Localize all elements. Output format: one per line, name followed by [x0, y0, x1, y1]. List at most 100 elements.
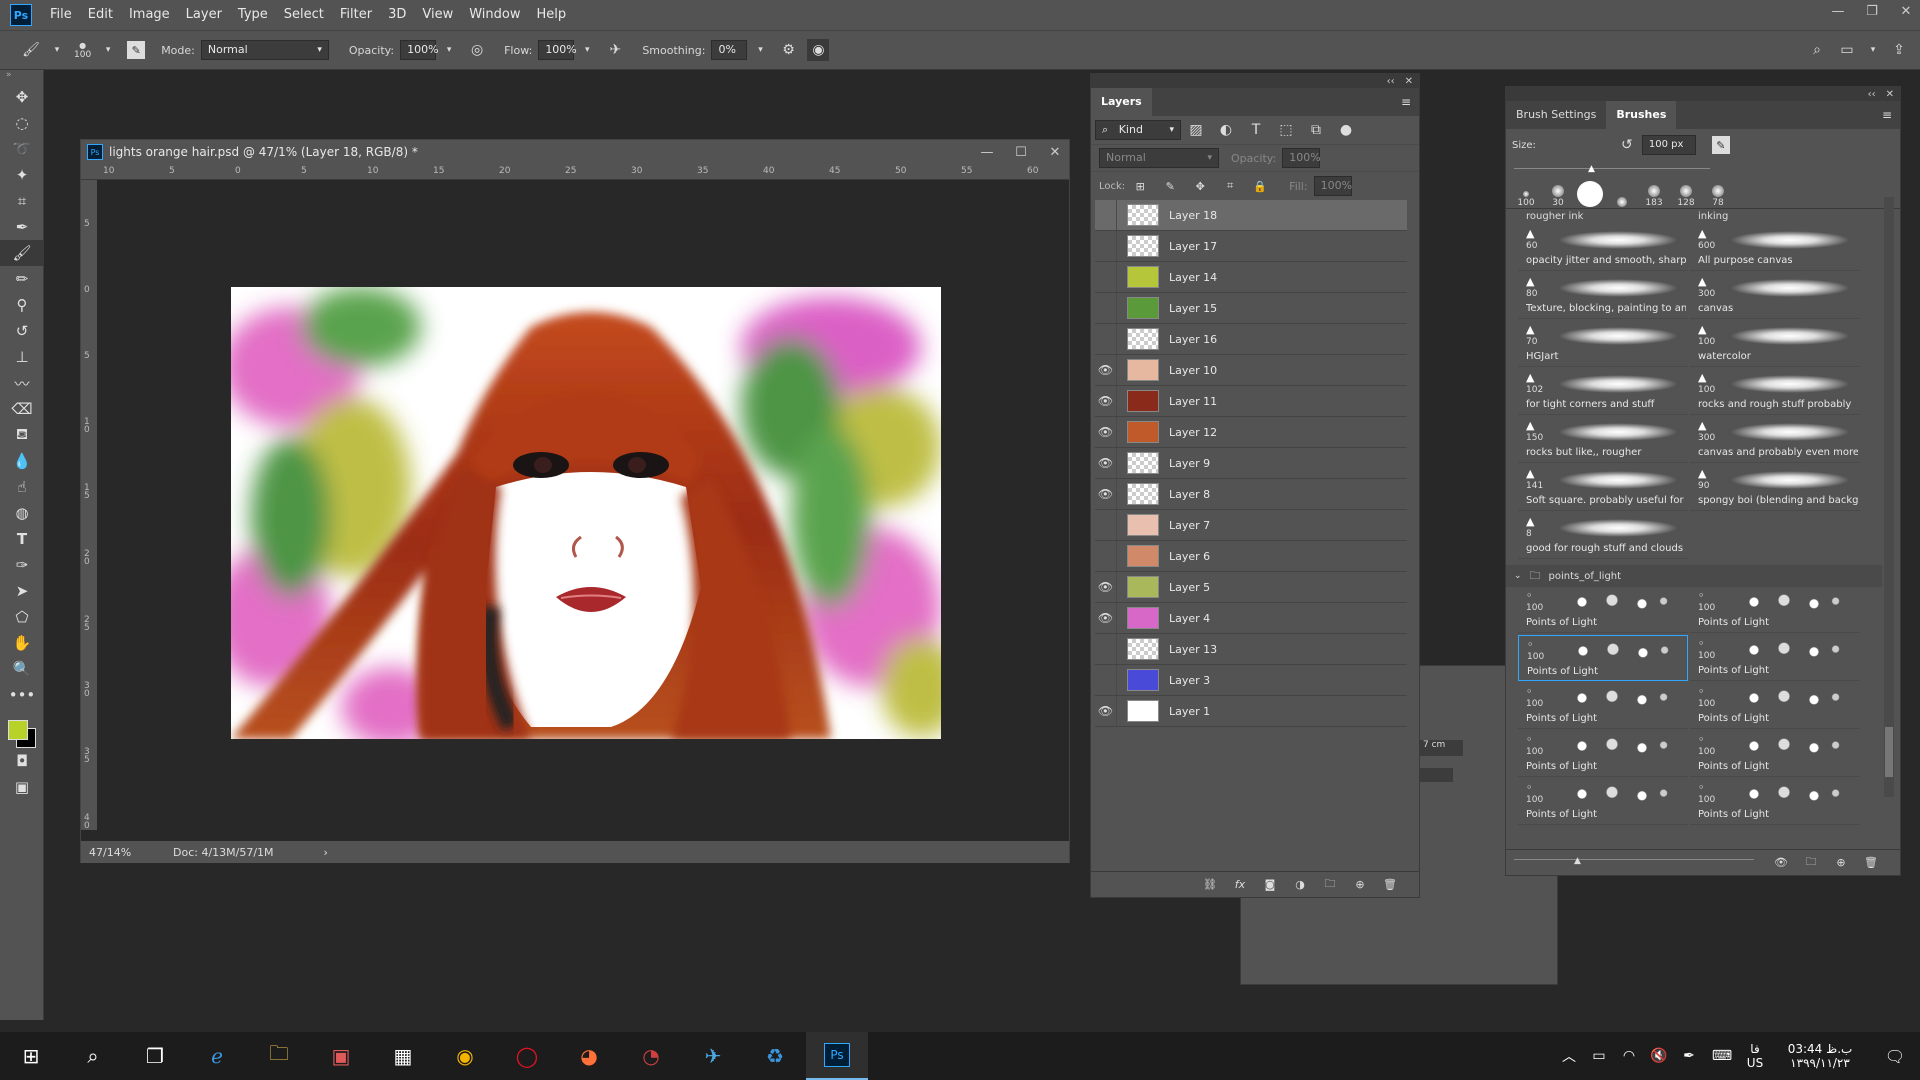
brush-tool-icon[interactable]: 🖌	[20, 39, 42, 61]
menu-item-edit[interactable]: Edit	[80, 0, 121, 30]
layer-row[interactable]: Layer 15	[1095, 293, 1407, 324]
layer-row[interactable]: Layer 3	[1095, 665, 1407, 696]
layer-mask-icon[interactable]: ◙	[1259, 874, 1281, 896]
zoom-tool-icon[interactable]: 🔍	[0, 656, 44, 682]
layer-name[interactable]: Layer 9	[1169, 457, 1210, 470]
maximize-icon[interactable]: ☐	[1007, 141, 1035, 163]
firefox-icon[interactable]: ◕	[558, 1032, 620, 1080]
layer-row[interactable]: 👁 Layer 10	[1095, 355, 1407, 386]
preview-size-slider[interactable]: ▲	[1514, 853, 1754, 873]
layer-row[interactable]: 👁 Layer 12	[1095, 417, 1407, 448]
folder-icon[interactable]: 🗀	[1319, 874, 1341, 896]
brush-preset[interactable]: ▲ 600 All purpose canvas	[1690, 225, 1860, 271]
app-swirl-icon[interactable]: ◔	[620, 1032, 682, 1080]
layer-row[interactable]: 👁 Layer 4	[1095, 603, 1407, 634]
eraser-tool-icon[interactable]: ⌫	[0, 396, 44, 422]
brush-preset[interactable]: ◦ 100 Points of Light	[1518, 635, 1688, 681]
layer-name[interactable]: Layer 18	[1169, 209, 1217, 222]
zoom-level[interactable]: 47/14%	[89, 846, 173, 859]
lock-position-icon[interactable]: ✥	[1189, 175, 1211, 197]
pressure-opacity-icon[interactable]: ◎	[466, 39, 488, 61]
tab-brush-settings[interactable]: Brush Settings	[1506, 101, 1606, 129]
menu-item-view[interactable]: View	[414, 0, 461, 30]
layer-row[interactable]: 👁 Layer 11	[1095, 386, 1407, 417]
app-wings-icon[interactable]: ✈	[682, 1032, 744, 1080]
close-icon[interactable]: ✕	[1892, 0, 1920, 22]
brush-label[interactable]: rougher ink	[1526, 211, 1583, 222]
layer-kind-filter[interactable]: ⌕ Kind ▾	[1095, 120, 1181, 140]
brush-preset[interactable]: ◦ 100 Points of Light	[1690, 683, 1860, 729]
task-view-icon[interactable]: ❐	[124, 1032, 186, 1080]
recent-brush[interactable]	[1574, 176, 1606, 208]
brush-preset[interactable]: ▲ 300 canvas	[1690, 273, 1860, 319]
layer-thumbnail[interactable]	[1127, 359, 1159, 381]
brush-preset[interactable]: ▲ 90 spongy boi (blending and backgr...	[1690, 465, 1860, 511]
layer-row[interactable]: Layer 17	[1095, 231, 1407, 262]
brush-preset[interactable]: ▲ 102 for tight corners and stuff	[1518, 369, 1688, 415]
workspace-icon[interactable]: ▭	[1836, 39, 1858, 61]
layer-name[interactable]: Layer 12	[1169, 426, 1217, 439]
menu-item-layer[interactable]: Layer	[178, 0, 230, 30]
brush-preset[interactable]: ▲ 100 rocks and rough stuff probably	[1690, 369, 1860, 415]
close-icon[interactable]: ✕	[1405, 76, 1413, 87]
volume-muted-icon[interactable]: 🔇	[1644, 1032, 1674, 1080]
layer-thumbnail[interactable]	[1127, 266, 1159, 288]
document-titlebar[interactable]: Ps lights orange hair.psd @ 47/1% (Layer…	[81, 140, 1069, 164]
calculator-icon[interactable]: ▦	[372, 1032, 434, 1080]
layer-thumbnail[interactable]	[1127, 390, 1159, 412]
recent-brush[interactable]: 78	[1702, 176, 1734, 208]
collapse-icon[interactable]: ‹‹	[1868, 89, 1876, 100]
mixer-brush-tool-icon[interactable]: 〰	[0, 370, 44, 396]
chrome-icon[interactable]: ◉	[434, 1032, 496, 1080]
layer-row[interactable]: Layer 14	[1095, 262, 1407, 293]
layer-thumbnail[interactable]	[1127, 700, 1159, 722]
layer-name[interactable]: Layer 13	[1169, 643, 1217, 656]
layer-thumbnail[interactable]	[1127, 297, 1159, 319]
language-indicator[interactable]: فا US	[1740, 1042, 1770, 1070]
layer-thumbnail[interactable]	[1127, 483, 1159, 505]
keyboard-icon[interactable]: ⌨	[1704, 1032, 1740, 1080]
brush-preset[interactable]: ◦ 100 Points of Light	[1518, 683, 1688, 729]
app-red-icon[interactable]: ▣	[310, 1032, 372, 1080]
panel-menu-icon[interactable]: ≡	[1401, 95, 1411, 109]
adjustment-filter-icon[interactable]: ◐	[1215, 119, 1237, 141]
visibility-eye-icon[interactable]: 👁	[1095, 386, 1117, 416]
magic-wand-tool-icon[interactable]: ✦	[0, 162, 44, 188]
layer-thumbnail[interactable]	[1127, 328, 1159, 350]
visibility-eye-icon[interactable]	[1095, 541, 1117, 571]
visibility-eye-icon[interactable]	[1095, 324, 1117, 354]
visibility-eye-icon[interactable]	[1095, 665, 1117, 695]
lock-transparency-icon[interactable]: ⊞	[1129, 175, 1151, 197]
brush-preset[interactable]: ◦ 100 Points of Light	[1690, 635, 1860, 681]
minimize-icon[interactable]: —	[973, 141, 1001, 163]
canvas-artwork[interactable]	[231, 287, 941, 739]
mode-select[interactable]: Normal ▾	[200, 40, 329, 60]
lasso-tool-icon[interactable]: ➰	[0, 136, 44, 162]
layer-name[interactable]: Layer 1	[1169, 705, 1210, 718]
link-layers-icon[interactable]: ⛓	[1199, 874, 1221, 896]
dodge-tool-icon[interactable]: ◍	[0, 500, 44, 526]
search-icon[interactable]: ⌕	[1806, 39, 1828, 61]
pressure-size-icon[interactable]: ◉	[807, 39, 830, 61]
visibility-eye-icon[interactable]	[1095, 293, 1117, 323]
trash-icon[interactable]: 🗑	[1860, 852, 1882, 874]
brush-preset[interactable]: ◦ 100 Points of Light	[1690, 731, 1860, 777]
layer-name[interactable]: Layer 7	[1169, 519, 1210, 532]
visibility-eye-icon[interactable]: 👁	[1095, 417, 1117, 447]
visibility-eye-icon[interactable]: 👁	[1095, 603, 1117, 633]
blur-tool-icon[interactable]: 💧	[0, 448, 44, 474]
layer-name[interactable]: Layer 5	[1169, 581, 1210, 594]
layer-thumbnail[interactable]	[1127, 452, 1159, 474]
visibility-eye-icon[interactable]	[1095, 634, 1117, 664]
foreground-color-swatch[interactable]	[8, 720, 28, 740]
lock-all-icon[interactable]: 🔒	[1249, 175, 1271, 197]
layer-row[interactable]: Layer 6	[1095, 541, 1407, 572]
menu-item-3d[interactable]: 3D	[380, 0, 414, 30]
slider-thumb-icon[interactable]: ▲	[1588, 164, 1595, 174]
folder-icon[interactable]: 🗀	[1800, 852, 1822, 874]
type-tool-icon[interactable]: T	[0, 526, 44, 552]
app-recycle-icon[interactable]: ♻	[744, 1032, 806, 1080]
trash-icon[interactable]: 🗑	[1379, 874, 1401, 896]
quick-mask-icon[interactable]: ◘	[0, 748, 44, 774]
more-tools-icon[interactable]: •••	[0, 682, 44, 708]
